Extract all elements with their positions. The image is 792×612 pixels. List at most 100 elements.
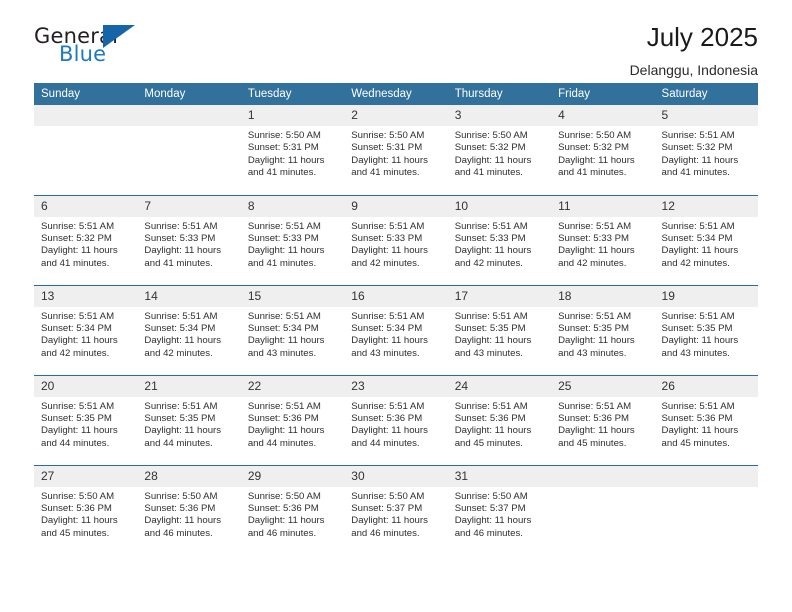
sunset-text: Sunset: 5:33 PM (247, 232, 319, 244)
day-sun-info: Sunrise: 5:51 AM Sunset: 5:35 PM Daylight:… (655, 307, 758, 361)
calendar-day-cell[interactable]: 24 Sunrise: 5:51 AM Sunset: 5:36 PM Dayligh… (447, 374, 552, 465)
calendar-day-cell[interactable]: 30 Sunrise: 5:50 AM Sunset: 5:37 PM Dayligh… (344, 464, 448, 555)
calendar-day-cell[interactable]: 28 Sunrise: 5:50 AM Sunset: 5:36 PM Dayligh… (137, 464, 241, 555)
calendar-day-cell[interactable]: 9 Sunrise: 5:51 AM Sunset: 5:33 PM Daylight… (344, 194, 448, 285)
day-cell-content: 27 Sunrise: 5:50 AM Sunset: 5:36 PM Dayligh… (34, 465, 138, 555)
calendar-day-cell[interactable]: 3 Sunrise: 5:50 AM Sunset: 5:32 PM Daylight… (447, 105, 552, 195)
day-number: 1 (240, 105, 345, 126)
sunrise-text: Sunrise: 5:51 AM (351, 220, 425, 232)
sunrise-text: Sunrise: 5:51 AM (247, 220, 321, 232)
calendar-day-cell[interactable]: 5 Sunrise: 5:51 AM Sunset: 5:32 PM Daylight… (654, 105, 758, 195)
day-cell-content: 12 Sunrise: 5:51 AM Sunset: 5:34 PM Dayligh… (654, 195, 758, 285)
calendar-week-row: 13 Sunrise: 5:51 AM Sunset: 5:34 PM Dayligh… (34, 284, 758, 375)
sunset-text: Sunset: 5:34 PM (661, 232, 733, 244)
day-number: 30 (344, 465, 448, 487)
sunset-text: Sunset: 5:36 PM (351, 412, 423, 424)
calendar-day-cell[interactable]: 13 Sunrise: 5:51 AM Sunset: 5:34 PM Dayligh… (34, 284, 138, 375)
daylight-text-line2: and 42 minutes. (558, 257, 627, 269)
sunset-text: Sunset: 5:36 PM (41, 502, 112, 514)
sunrise-text: Sunrise: 5:51 AM (144, 400, 218, 412)
calendar-day-cell[interactable]: 19 Sunrise: 5:51 AM Sunset: 5:35 PM Dayligh… (654, 284, 758, 375)
daylight-text-line1: Daylight: 11 hours (41, 515, 118, 527)
day-cell-content: 17 Sunrise: 5:51 AM Sunset: 5:35 PM Dayligh… (447, 285, 552, 375)
daylight-text-line2: and 41 minutes. (41, 257, 110, 269)
sunrise-text: Sunrise: 5:51 AM (247, 310, 321, 322)
sunset-text: Sunset: 5:35 PM (558, 322, 630, 334)
daylight-text-line1: Daylight: 11 hours (661, 335, 739, 347)
sunrise-text: Sunrise: 5:50 AM (558, 130, 632, 141)
calendar-body: 1 Sunrise: 5:50 AM Sunset: 5:31 PM Daylight… (34, 105, 758, 555)
calendar-day-cell[interactable]: 11 Sunrise: 5:51 AM Sunset: 5:33 PM Dayligh… (551, 194, 655, 285)
calendar-day-cell[interactable]: 6 Sunrise: 5:51 AM Sunset: 5:32 PM Daylight… (34, 194, 138, 285)
calendar-day-cell[interactable]: 16 Sunrise: 5:51 AM Sunset: 5:34 PM Dayligh… (344, 284, 448, 375)
sunset-text: Sunset: 5:34 PM (41, 322, 112, 334)
calendar-day-cell[interactable]: 7 Sunrise: 5:51 AM Sunset: 5:33 PM Daylight… (137, 194, 241, 285)
daylight-text-line1: Daylight: 11 hours (351, 425, 428, 437)
calendar-day-cell[interactable]: 27 Sunrise: 5:50 AM Sunset: 5:36 PM Dayligh… (34, 464, 138, 555)
calendar-day-cell[interactable]: 20 Sunrise: 5:51 AM Sunset: 5:35 PM Dayligh… (34, 374, 138, 465)
day-sun-info: Sunrise: 5:51 AM Sunset: 5:34 PM Daylight:… (137, 307, 240, 361)
day-cell-content: 15 Sunrise: 5:51 AM Sunset: 5:34 PM Dayligh… (240, 285, 345, 375)
daylight-text-line1: Daylight: 11 hours (351, 335, 428, 347)
calendar-day-cell[interactable]: 26 Sunrise: 5:51 AM Sunset: 5:36 PM Dayligh… (654, 374, 758, 465)
calendar-day-cell[interactable]: 12 Sunrise: 5:51 AM Sunset: 5:34 PM Dayligh… (654, 194, 758, 285)
weekday-header-thursday: Thursday (447, 83, 552, 105)
day-sun-info: Sunrise: 5:51 AM Sunset: 5:35 PM Daylight:… (34, 397, 137, 451)
day-cell-content: 8 Sunrise: 5:51 AM Sunset: 5:33 PM Daylight… (240, 195, 345, 285)
title-block: July 2025 Delanggu, Indonesia (630, 22, 758, 80)
sunset-text: Sunset: 5:32 PM (41, 232, 112, 244)
day-number: 27 (34, 465, 138, 487)
daylight-text-line1: Daylight: 11 hours (454, 154, 532, 166)
calendar-day-cell (137, 105, 241, 195)
calendar-day-cell[interactable]: 31 Sunrise: 5:50 AM Sunset: 5:37 PM Dayligh… (447, 464, 552, 555)
sunset-text: Sunset: 5:32 PM (454, 142, 526, 154)
daylight-text-line1: Daylight: 11 hours (454, 245, 532, 257)
calendar-day-cell[interactable]: 2 Sunrise: 5:50 AM Sunset: 5:31 PM Daylight… (344, 105, 448, 195)
calendar-day-cell[interactable]: 25 Sunrise: 5:51 AM Sunset: 5:36 PM Dayligh… (551, 374, 655, 465)
daylight-text-line2: and 46 minutes. (351, 527, 420, 539)
day-number: 5 (654, 105, 758, 126)
day-cell-content: 10 Sunrise: 5:51 AM Sunset: 5:33 PM Dayligh… (447, 195, 552, 285)
day-number: 16 (344, 285, 448, 307)
day-cell-content: 1 Sunrise: 5:50 AM Sunset: 5:31 PM Daylight… (240, 105, 345, 194)
day-cell-content (34, 105, 138, 194)
brand-logo[interactable]: General Blue (34, 22, 142, 70)
calendar-day-cell[interactable]: 1 Sunrise: 5:50 AM Sunset: 5:31 PM Daylight… (240, 105, 345, 195)
day-number: 18 (551, 285, 655, 307)
calendar-day-cell[interactable]: 14 Sunrise: 5:51 AM Sunset: 5:34 PM Dayligh… (137, 284, 241, 375)
sunset-text: Sunset: 5:31 PM (247, 142, 319, 154)
calendar-day-cell[interactable]: 4 Sunrise: 5:50 AM Sunset: 5:32 PM Daylight… (551, 105, 655, 195)
day-sun-info: Sunrise: 5:50 AM Sunset: 5:36 PM Daylight:… (241, 487, 344, 541)
daylight-text-line2: and 41 minutes. (351, 167, 420, 179)
calendar-day-cell[interactable]: 29 Sunrise: 5:50 AM Sunset: 5:36 PM Dayligh… (240, 464, 345, 555)
daylight-text-line1: Daylight: 11 hours (558, 425, 635, 437)
sunset-text: Sunset: 5:34 PM (247, 322, 319, 334)
daylight-text-line2: and 45 minutes. (454, 437, 523, 449)
calendar-day-cell (34, 105, 138, 195)
calendar-day-cell[interactable]: 10 Sunrise: 5:51 AM Sunset: 5:33 PM Dayligh… (447, 194, 552, 285)
brand-name-bottom: Blue (59, 42, 107, 66)
sunrise-text: Sunrise: 5:50 AM (144, 490, 218, 502)
daylight-text-line2: and 46 minutes. (247, 527, 317, 539)
calendar-day-cell[interactable]: 17 Sunrise: 5:51 AM Sunset: 5:35 PM Dayligh… (447, 284, 552, 375)
calendar-week-row: 6 Sunrise: 5:51 AM Sunset: 5:32 PM Daylight… (34, 194, 758, 285)
calendar-day-cell[interactable]: 18 Sunrise: 5:51 AM Sunset: 5:35 PM Dayligh… (551, 284, 655, 375)
weekday-header-sunday: Sunday (34, 83, 138, 105)
day-cell-content: 26 Sunrise: 5:51 AM Sunset: 5:36 PM Dayligh… (654, 375, 758, 465)
calendar-day-cell[interactable]: 23 Sunrise: 5:51 AM Sunset: 5:36 PM Dayligh… (344, 374, 448, 465)
sunset-text: Sunset: 5:37 PM (351, 502, 423, 514)
sunset-text: Sunset: 5:34 PM (144, 322, 216, 334)
daylight-text-line1: Daylight: 11 hours (454, 335, 532, 347)
sunset-text: Sunset: 5:35 PM (454, 322, 526, 334)
day-sun-info: Sunrise: 5:50 AM Sunset: 5:31 PM Daylight:… (344, 126, 447, 180)
day-sun-info: Sunrise: 5:51 AM Sunset: 5:34 PM Daylight:… (344, 307, 447, 361)
calendar-day-cell[interactable]: 8 Sunrise: 5:51 AM Sunset: 5:33 PM Daylight… (240, 194, 345, 285)
day-number: 14 (137, 285, 241, 307)
daylight-text-line2: and 42 minutes. (454, 257, 523, 269)
calendar-day-cell[interactable]: 21 Sunrise: 5:51 AM Sunset: 5:35 PM Dayligh… (137, 374, 241, 465)
calendar-day-cell[interactable]: 15 Sunrise: 5:51 AM Sunset: 5:34 PM Dayligh… (240, 284, 345, 375)
location-subtitle: Delanggu, Indonesia (629, 62, 758, 78)
daylight-text-line1: Daylight: 11 hours (247, 245, 325, 257)
calendar-day-cell[interactable]: 22 Sunrise: 5:51 AM Sunset: 5:36 PM Dayligh… (240, 374, 345, 465)
sunrise-text: Sunrise: 5:51 AM (454, 220, 528, 232)
